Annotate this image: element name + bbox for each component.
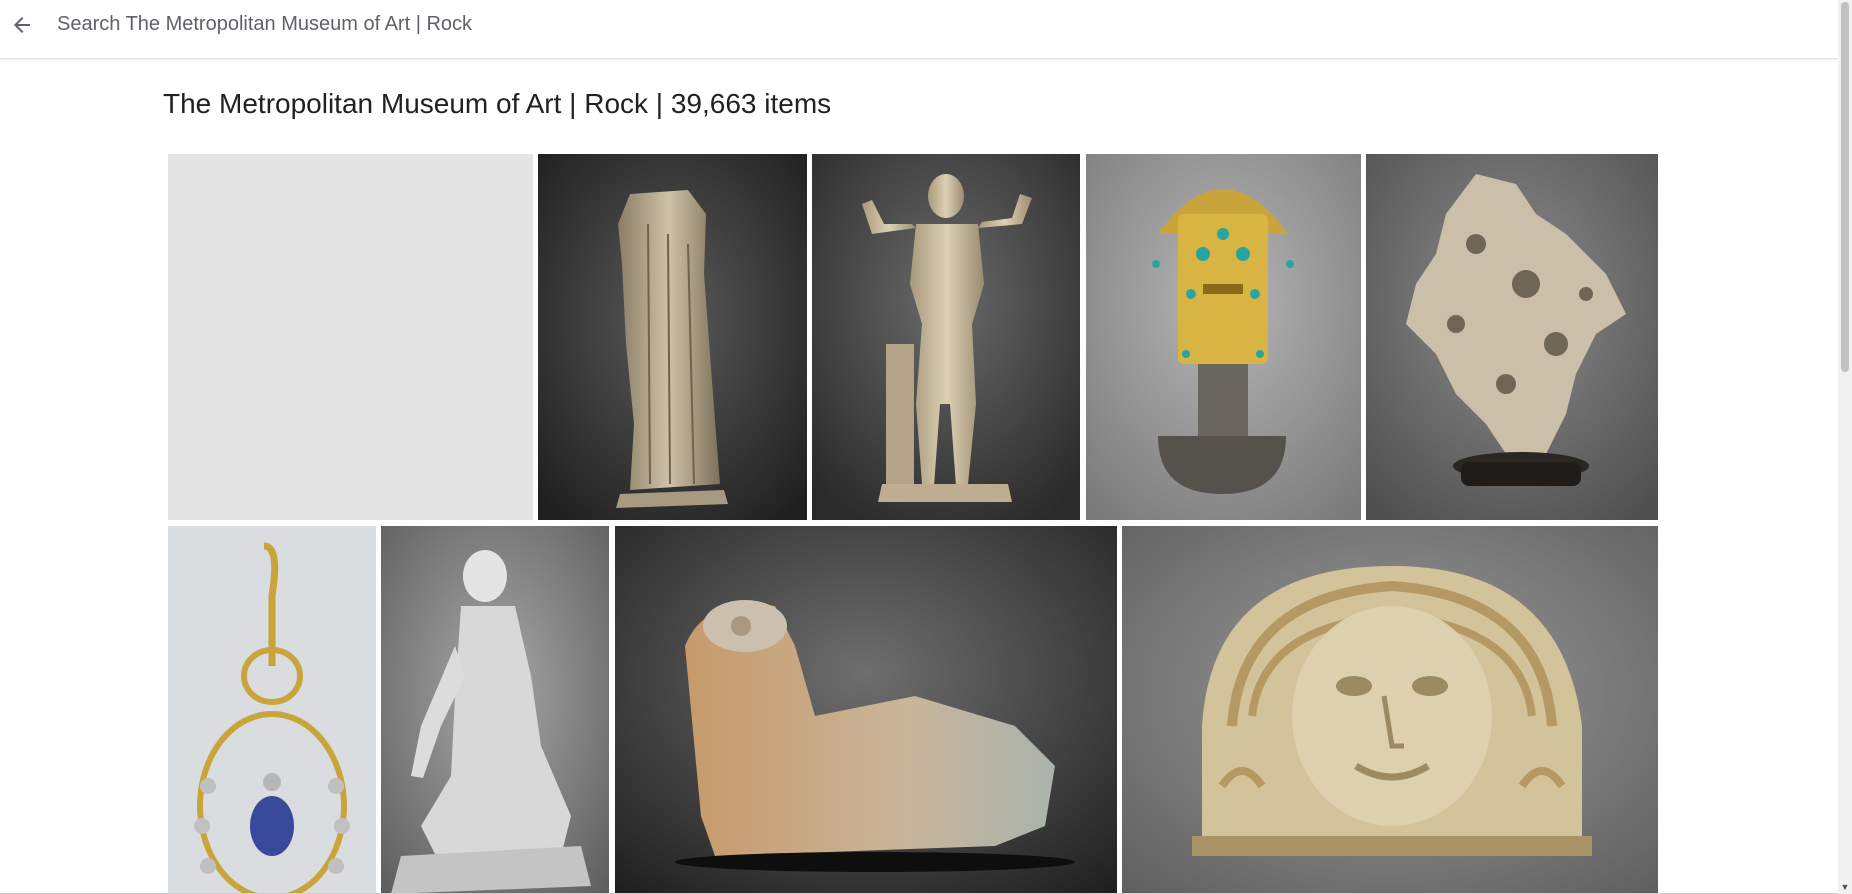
result-tile-gold-earring[interactable]	[168, 526, 376, 894]
back-button[interactable]	[6, 9, 38, 41]
arrow-left-icon	[14, 17, 30, 33]
kneeling-figure-image	[381, 526, 609, 894]
gold-earring-image	[168, 526, 376, 894]
nude-male-statue-image	[812, 154, 1080, 520]
tumi-knife-image	[1086, 154, 1361, 520]
scroll-down-icon[interactable]: ▼	[1840, 882, 1850, 892]
top-app-bar: Search The Metropolitan Museum of Art | …	[0, 0, 1838, 59]
draped-statue-image	[538, 154, 807, 520]
page-scrollbar[interactable]: ▼	[1838, 0, 1852, 894]
result-tile-kneeling-figure[interactable]	[381, 526, 609, 894]
search-title[interactable]: Search The Metropolitan Museum of Art | …	[57, 13, 472, 36]
scrollbar-thumb[interactable]	[1841, 2, 1849, 372]
result-tile-draped-statue[interactable]	[538, 154, 807, 520]
scholars-rock-image	[1366, 154, 1658, 520]
result-tile-nude-male-statue[interactable]	[812, 154, 1080, 520]
result-tile-placeholder[interactable]	[168, 154, 533, 520]
result-tile-tumi-knife[interactable]	[1086, 154, 1361, 520]
result-tile-reclining-ram[interactable]	[615, 526, 1117, 894]
medusa-antefix-image	[1122, 526, 1658, 894]
result-tile-medusa-antefix[interactable]	[1122, 526, 1658, 894]
result-tile-scholars-rock[interactable]	[1366, 154, 1658, 520]
page-title: The Metropolitan Museum of Art | Rock | …	[163, 88, 832, 119]
reclining-ram-image	[615, 526, 1117, 894]
